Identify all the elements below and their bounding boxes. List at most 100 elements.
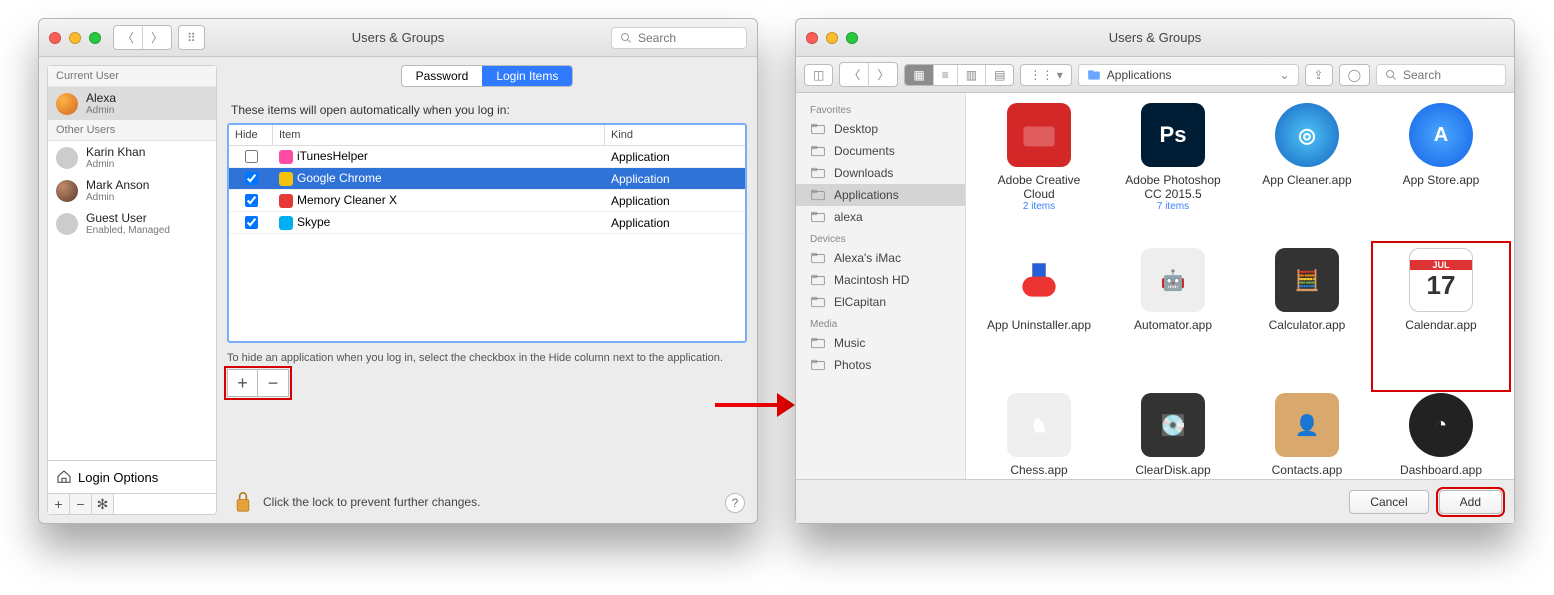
user-row-current[interactable]: Alexa Admin [48, 87, 216, 120]
grid-item[interactable]: 👤Contacts.app [1240, 389, 1374, 479]
sidebar-item[interactable]: Macintosh HD [796, 269, 965, 291]
icon-view-button[interactable]: ▦ [905, 65, 933, 85]
open-panel-window: Users & Groups ◫ 〈 〉 ▦ ≡ ▥ ▤ ⋮⋮ ▾ Applic… [795, 18, 1515, 524]
sidebar-item[interactable]: Music [796, 332, 965, 354]
house-icon [56, 469, 72, 485]
col-hide: Hide [229, 125, 273, 145]
sidebar-item-label: Alexa's iMac [834, 251, 901, 265]
path-dropdown[interactable]: Applications ⌄ [1078, 64, 1299, 86]
cancel-button[interactable]: Cancel [1349, 490, 1428, 514]
table-row[interactable]: Memory Cleaner XApplication [229, 190, 745, 212]
app-icon [279, 194, 293, 208]
remove-user-button[interactable]: − [70, 494, 92, 514]
add-button[interactable]: Add [1439, 490, 1502, 514]
user-role: Admin [86, 159, 145, 170]
grid-item[interactable]: A App Store.app [1374, 99, 1508, 244]
app-icon: A [1409, 103, 1473, 167]
toggle-sidebar-button[interactable]: ◫ [805, 65, 832, 85]
grid-item[interactable]: 🧮Calculator.app [1240, 244, 1374, 389]
sidebar-item[interactable]: Applications [796, 184, 965, 206]
login-options-button[interactable]: Login Options [48, 460, 216, 493]
table-row[interactable]: SkypeApplication [229, 212, 745, 234]
kind-cell: Application [605, 150, 745, 164]
item-label: Adobe Creative Cloud [984, 173, 1094, 201]
sidebar-item[interactable]: Documents [796, 140, 965, 162]
sidebar-item[interactable]: Photos [796, 354, 965, 376]
user-name: Karin Khan [86, 145, 145, 159]
folder-icon [810, 188, 826, 202]
hide-checkbox[interactable] [245, 216, 258, 229]
actions-gear-button[interactable]: ✻ [92, 494, 114, 514]
user-role: Admin [86, 105, 116, 116]
add-user-button[interactable]: + [48, 494, 70, 514]
app-icon: Ps [1141, 103, 1205, 167]
window-title: Users & Groups [39, 30, 757, 45]
avatar-icon [56, 147, 78, 169]
share-button[interactable]: ⇪ [1306, 65, 1332, 85]
sidebar-item[interactable]: ElCapitan [796, 291, 965, 313]
sidebar-item-label: Applications [834, 188, 899, 202]
finder-toolbar: ◫ 〈 〉 ▦ ≡ ▥ ▤ ⋮⋮ ▾ Applications ⌄ ⇪ ◯ [796, 57, 1514, 93]
grid-item[interactable]: ◎App Cleaner.app [1240, 99, 1374, 244]
item-label: Contacts.app [1272, 463, 1343, 477]
tab-login-items[interactable]: Login Items [482, 66, 572, 86]
sidebar-item-label: Documents [834, 144, 895, 158]
tab-password[interactable]: Password [402, 66, 483, 86]
chevron-updown-icon: ⌄ [1279, 68, 1289, 82]
app-icon [279, 150, 293, 164]
column-view-button[interactable]: ▥ [958, 65, 986, 85]
list-view-button[interactable]: ≡ [934, 65, 958, 85]
back-button[interactable]: 〈 [840, 63, 869, 86]
remove-login-item-button[interactable]: − [258, 370, 288, 396]
grid-item[interactable]: PsAdobe Photoshop CC 2015.57 items [1106, 99, 1240, 244]
user-row[interactable]: Karin Khan Admin [48, 141, 216, 174]
grid-item[interactable]: JUL17Calendar.app [1374, 244, 1508, 389]
search-input[interactable] [1403, 68, 1503, 82]
grid-item[interactable]: ♞Chess.app [972, 389, 1106, 479]
item-cell: iTunesHelper [273, 149, 605, 164]
forward-button[interactable]: 〉 [869, 63, 897, 86]
avatar-icon [56, 93, 78, 115]
user-role: Enabled, Managed [86, 225, 170, 236]
item-cell: Memory Cleaner X [273, 193, 605, 208]
hide-checkbox[interactable] [245, 150, 258, 163]
table-row[interactable]: iTunesHelperApplication [229, 146, 745, 168]
grid-item[interactable]: Adobe Creative Cloud2 items [972, 99, 1106, 244]
annotation-arrow-icon [715, 385, 795, 425]
sidebar-item[interactable]: Alexa's iMac [796, 247, 965, 269]
table-row[interactable]: Google ChromeApplication [229, 168, 745, 190]
grid-item[interactable]: 🤖Automator.app [1106, 244, 1240, 389]
hide-checkbox[interactable] [245, 172, 258, 185]
item-label: Chess.app [1010, 463, 1067, 477]
app-icon: 🧮 [1275, 248, 1339, 312]
gallery-view-button[interactable]: ▤ [986, 65, 1013, 85]
user-row[interactable]: Mark Anson Admin [48, 174, 216, 207]
sidebar-item-label: Macintosh HD [834, 273, 909, 287]
hide-checkbox[interactable] [245, 194, 258, 207]
titlebar: 〈 〉 ⠿ Users & Groups [39, 19, 757, 57]
folder-icon [810, 122, 826, 136]
item-cell: Skype [273, 215, 605, 230]
kind-cell: Application [605, 194, 745, 208]
grid-item[interactable]: 💽ClearDisk.app [1106, 389, 1240, 479]
sidebar-item[interactable]: Desktop [796, 118, 965, 140]
avatar-icon [56, 213, 78, 235]
lock-icon[interactable] [233, 489, 253, 515]
grid-item[interactable]: ◔Dashboard.app [1374, 389, 1508, 479]
app-icon [1007, 103, 1071, 167]
lock-text: Click the lock to prevent further change… [263, 495, 480, 509]
sidebar-heading-devices: Devices [796, 228, 965, 247]
col-item: Item [273, 125, 605, 145]
item-label: App Cleaner.app [1262, 173, 1351, 187]
sidebar-item[interactable]: alexa [796, 206, 965, 228]
search-field[interactable] [1376, 64, 1506, 86]
item-label: App Store.app [1403, 173, 1480, 187]
help-button[interactable]: ? [725, 493, 745, 513]
add-login-item-button[interactable]: + [228, 370, 258, 396]
grid-item[interactable]: App Uninstaller.app [972, 244, 1106, 389]
sidebar-header-current: Current User [48, 66, 216, 87]
tags-button[interactable]: ◯ [1340, 65, 1369, 85]
arrange-button[interactable]: ⋮⋮ ▾ [1021, 65, 1070, 85]
sidebar-item[interactable]: Downloads [796, 162, 965, 184]
user-row[interactable]: Guest User Enabled, Managed [48, 207, 216, 240]
